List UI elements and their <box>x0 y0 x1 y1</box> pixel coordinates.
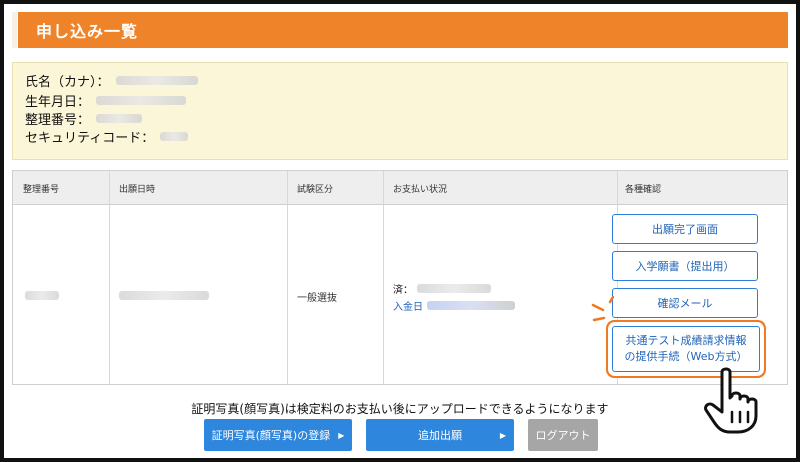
row-payment-status: 済： 入金日 <box>393 281 515 313</box>
applicant-name-redacted <box>115 76 198 85</box>
applicant-number-redacted <box>96 114 143 123</box>
admission-form-button[interactable]: 入学願書（提出用） <box>612 251 758 281</box>
applicant-birth-label: 生年月日： <box>25 95 91 110</box>
confirmation-mail-button[interactable]: 確認メール <box>612 288 758 318</box>
table-header-row: 整理番号 出願日時 試験区分 お支払い状況 各種確認 <box>13 171 787 205</box>
row-date-redacted <box>119 291 209 300</box>
column-divider <box>109 171 110 384</box>
payment-status-redacted <box>417 284 491 293</box>
arrow-right-icon: ▶ <box>499 430 506 440</box>
add-application-label: 追加出願 <box>418 429 462 442</box>
applicant-number-label: 整理番号： <box>25 113 91 128</box>
payment-status-prefix: 済： <box>393 285 413 296</box>
completion-screen-button[interactable]: 出願完了画面 <box>612 214 758 244</box>
test-results-line2: の提供手続（Web方式） <box>624 350 748 363</box>
photo-upload-notice: 証明写真(顔写真)は検定料のお支払い後にアップロードできるようになります <box>191 402 609 416</box>
arrow-right-icon: ▶ <box>338 430 345 440</box>
table-header-number: 整理番号 <box>23 185 60 195</box>
page-title: 申し込み一覧 <box>36 22 139 41</box>
payment-date-redacted <box>427 301 515 310</box>
applicant-info-panel: 氏名（カナ）： 生年月日： 整理番号： セキュリティコード： <box>12 62 788 160</box>
table-header-date: 出願日時 <box>119 185 156 195</box>
applicant-security-redacted <box>160 132 189 141</box>
applicant-birth-redacted <box>96 96 187 105</box>
row-number-redacted <box>25 291 59 300</box>
applicant-name-label: 氏名（カナ）： <box>25 75 110 90</box>
applicant-number-row: 整理番号： <box>25 109 143 128</box>
hand-pointer-icon <box>704 367 758 434</box>
applicant-name-row: 氏名（カナ）： <box>25 71 198 90</box>
table-header-actions: 各種確認 <box>625 185 662 195</box>
logout-button[interactable]: ログアウト <box>528 419 598 451</box>
column-divider <box>383 171 384 384</box>
applicant-security-label: セキュリティコード： <box>25 131 155 146</box>
applicant-security-row: セキュリティコード： <box>25 127 189 146</box>
add-application-button[interactable]: 追加出願 ▶ <box>366 419 514 451</box>
table-header-exam: 試験区分 <box>297 185 334 195</box>
row-exam-type: 一般選抜 <box>297 293 337 304</box>
applicant-birth-row: 生年月日： <box>25 91 187 110</box>
test-results-line1: 共通テスト成績請求情報 <box>625 334 747 347</box>
photo-register-label: 証明写真(顔写真)の登録 <box>211 429 331 442</box>
column-divider <box>287 171 288 384</box>
table-header-payment: お支払い状況 <box>393 185 448 195</box>
photo-register-button[interactable]: 証明写真(顔写真)の登録 ▶ <box>204 419 352 451</box>
payment-date-label: 入金日 <box>393 302 423 313</box>
attention-burst-icon <box>591 296 615 322</box>
header-accent-bar <box>12 12 17 48</box>
